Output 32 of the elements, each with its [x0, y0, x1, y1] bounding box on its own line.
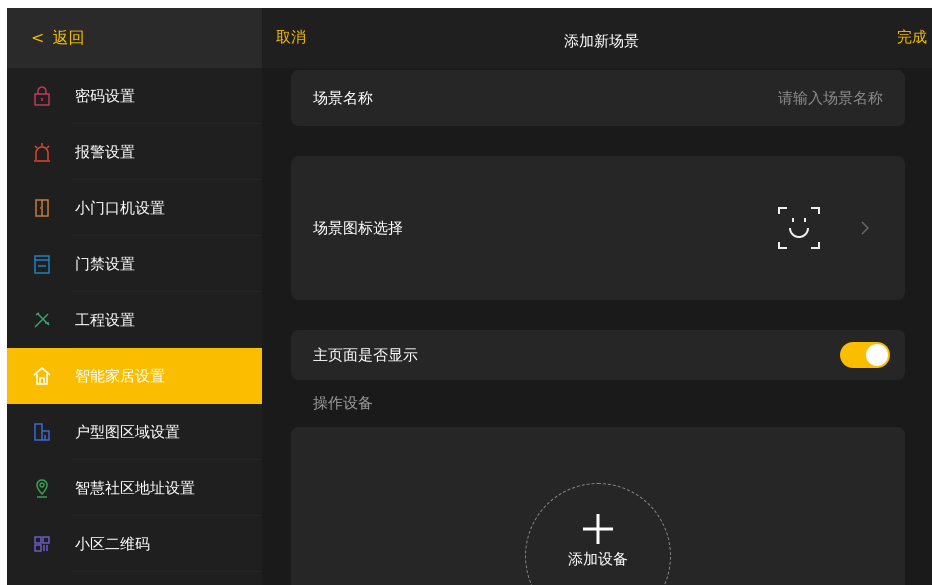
page-title: 添加新场景	[564, 32, 639, 51]
sidebar-item-label: 门禁设置	[75, 254, 135, 274]
sidebar-item-label: 小门口机设置	[75, 198, 165, 218]
sidebar-item-label: 小区二维码	[75, 534, 150, 554]
sidebar-item[interactable]: 密码设置	[7, 68, 262, 124]
scene-icon-card[interactable]: 场景图标选择	[291, 156, 905, 300]
sidebar-item-label: 智能家居设置	[75, 366, 165, 386]
scene-name-field[interactable]: 请输入场景名称	[683, 89, 883, 107]
sidebar-item[interactable]: 小区二维码	[7, 516, 262, 572]
cancel-button[interactable]: 取消	[276, 8, 306, 47]
sidebar-item[interactable]: 户型图区域设置	[7, 404, 262, 460]
sidebar-item[interactable]: 门禁设置	[7, 236, 262, 292]
sidebar-item-label: 密码设置	[75, 86, 135, 106]
sidebar-item[interactable]: 小门口机设置	[7, 180, 262, 236]
smiley-face-icon	[777, 206, 821, 250]
section-label: 操作设备	[313, 394, 374, 413]
done-button[interactable]: 完成	[897, 8, 927, 47]
sidebar-item-label: 工程设置	[75, 310, 135, 330]
sidebar-item-label: 报警设置	[75, 142, 135, 162]
sidebar-item[interactable]: 智慧社区地址设置	[7, 460, 262, 516]
add-device-button[interactable]: 添加设备	[525, 483, 671, 585]
plus-icon	[581, 512, 615, 546]
toggle-switch[interactable]	[840, 342, 890, 368]
scene-name-label: 场景名称	[313, 88, 374, 108]
scene-icon-label: 场景图标选择	[313, 218, 404, 238]
chevron-right-icon	[861, 221, 869, 235]
sidebar-item-label: 智慧社区地址设置	[75, 478, 195, 498]
sidebar-item-label: 户型图区域设置	[75, 422, 180, 442]
show-on-home-label: 主页面是否显示	[313, 346, 419, 364]
sidebar-item[interactable]: 报警设置	[7, 124, 262, 180]
sidebar-item[interactable]: 工程设置	[7, 292, 262, 348]
back-button[interactable]: < 返回	[31, 28, 84, 48]
